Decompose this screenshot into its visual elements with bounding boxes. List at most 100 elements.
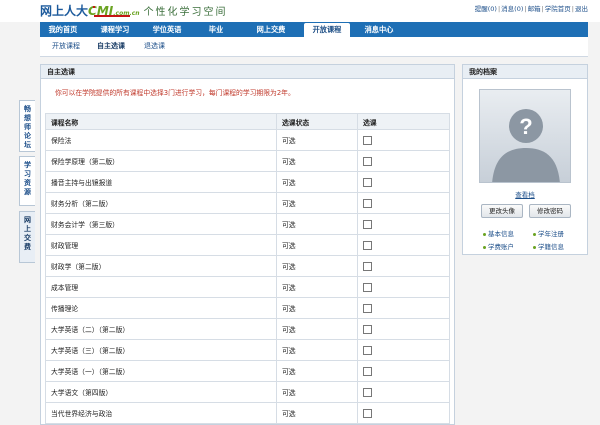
- course-name: 大学英语（一）（第二版）: [45, 360, 277, 382]
- course-status: 可选: [276, 171, 358, 193]
- profile-panel: 我的档案 ? 查看档 更改头像 修改密码 基本信息 学年注册 学费账户 学籍信息: [462, 64, 588, 255]
- active-tab-underline: [94, 15, 130, 17]
- table-row: 财务会计学（第三版） 可选: [45, 213, 450, 235]
- table-row: 大学语文（第四版） 可选: [45, 381, 450, 403]
- student-status-label: 学籍信息: [538, 243, 564, 251]
- table-row: 保险学原理（第二版） 可选: [45, 150, 450, 172]
- side-tab-forum-label: 畅 想 师 论 坛: [24, 105, 31, 149]
- view-profile-link[interactable]: 查看档: [463, 189, 587, 199]
- top-links: 提醒(0)|消息(0)|邮箱|学院首页|退出: [474, 5, 588, 13]
- course-status: 可选: [276, 192, 358, 214]
- table-row: 大学英语（三）（第二版） 可选: [45, 339, 450, 361]
- course-status: 可选: [276, 234, 358, 256]
- course-status: 可选: [276, 339, 358, 361]
- selection-notice: 你可以在学院提供的所有课程中选择3门进行学习，每门课程的学习期限为2年。: [55, 89, 295, 97]
- course-name: 当代世界经济与政治: [45, 402, 277, 424]
- nav-online-payment[interactable]: 网上交费: [248, 22, 294, 37]
- side-tab-resources[interactable]: 学 习 资 源: [19, 156, 35, 206]
- tuition-account-link[interactable]: 学费账户: [483, 241, 514, 251]
- column-header-course-name: 课程名称: [45, 113, 277, 130]
- subnav-self-select[interactable]: 自主选课: [97, 41, 125, 51]
- logout-link[interactable]: 退出: [575, 5, 588, 13]
- course-name: 财政学（第二版）: [45, 255, 277, 277]
- select-checkbox[interactable]: [363, 240, 372, 250]
- select-checkbox[interactable]: [363, 282, 372, 292]
- course-status: 可选: [276, 402, 358, 424]
- basic-info-label: 基本信息: [488, 230, 514, 238]
- course-status: 可选: [276, 150, 358, 172]
- side-tab-resources-label: 学 习 资 源: [24, 161, 31, 196]
- course-name: 传播理论: [45, 297, 277, 319]
- change-avatar-button[interactable]: 更改头像: [481, 204, 523, 218]
- default-avatar-icon: ?: [492, 109, 560, 182]
- course-table: 课程名称 选课状态 选课 保险法 可选 保险学原理（第二版） 可选 播音主持与出镜报…: [45, 113, 450, 424]
- reminders-link[interactable]: 提醒(0): [475, 5, 497, 13]
- side-tab-payment-label: 网 上 交 费: [24, 216, 31, 251]
- course-name: 财政管理: [45, 234, 277, 256]
- profile-title: 我的档案: [463, 65, 587, 79]
- nav-my-home[interactable]: 我的首页: [40, 22, 86, 37]
- course-status: 可选: [276, 297, 358, 319]
- course-status: 可选: [276, 276, 358, 298]
- course-status: 可选: [276, 213, 358, 235]
- select-checkbox[interactable]: [363, 366, 372, 376]
- table-row: 当代世界经济与政治 可选: [45, 402, 450, 424]
- sub-nav: 开放课程 自主选课 退选课: [40, 37, 588, 57]
- mailbox-link[interactable]: 邮箱: [528, 5, 541, 13]
- annual-registration-label: 学年注册: [538, 230, 564, 238]
- bullet-icon: [533, 245, 536, 249]
- column-header-status: 选课状态: [276, 113, 358, 130]
- table-header-row: 课程名称 选课状态 选课: [45, 113, 450, 130]
- table-row: 财政学（第二版） 可选: [45, 255, 450, 277]
- messages-link[interactable]: 消息(0): [501, 5, 523, 13]
- tuition-account-label: 学费账户: [488, 243, 514, 251]
- select-checkbox[interactable]: [363, 135, 372, 145]
- select-checkbox[interactable]: [363, 156, 372, 166]
- bullet-icon: [533, 232, 536, 236]
- nav-open-courses[interactable]: 开放课程: [304, 23, 350, 37]
- active-marker-dot: [93, 6, 95, 8]
- select-checkbox[interactable]: [363, 177, 372, 187]
- nav-message-center[interactable]: 消息中心: [356, 22, 402, 37]
- select-checkbox[interactable]: [363, 303, 372, 313]
- logo-slogan: 个性化学习空间: [143, 7, 228, 18]
- select-checkbox[interactable]: [363, 198, 372, 208]
- logo-text: 网上人大: [40, 4, 89, 18]
- select-checkbox[interactable]: [363, 387, 372, 397]
- course-name: 财务分析（第二版）: [45, 192, 277, 214]
- course-status: 可选: [276, 255, 358, 277]
- course-table-wrapper: 课程名称 选课状态 选课 保险法 可选 保险学原理（第二版） 可选 播音主持与出镜报…: [45, 113, 450, 424]
- avatar: ?: [479, 89, 571, 183]
- bullet-icon: [483, 245, 486, 249]
- student-status-link[interactable]: 学籍信息: [533, 241, 564, 251]
- select-checkbox[interactable]: [363, 324, 372, 334]
- select-checkbox[interactable]: [363, 219, 372, 229]
- select-checkbox[interactable]: [363, 261, 372, 271]
- course-name: 大学英语（三）（第二版）: [45, 339, 277, 361]
- course-name: 大学语文（第四版）: [45, 381, 277, 403]
- college-home-link[interactable]: 学院首页: [545, 5, 571, 13]
- table-row: 财政管理 可选: [45, 234, 450, 256]
- course-status: 可选: [276, 318, 358, 340]
- main-nav: 我的首页 课程学习 学位英语 毕业 网上交费 开放课程 消息中心: [40, 22, 588, 37]
- select-checkbox[interactable]: [363, 408, 372, 418]
- annual-registration-link[interactable]: 学年注册: [533, 228, 564, 238]
- change-password-button[interactable]: 修改密码: [529, 204, 571, 218]
- subnav-drop-course[interactable]: 退选课: [144, 41, 165, 51]
- basic-info-link[interactable]: 基本信息: [483, 228, 514, 238]
- site-logo[interactable]: 网上人大CMI.com.cn 个性化学习空间: [40, 2, 228, 19]
- side-tab-payment[interactable]: 网 上 交 费: [19, 211, 35, 263]
- table-row: 传播理论 可选: [45, 297, 450, 319]
- course-name: 保险学原理（第二版）: [45, 150, 277, 172]
- select-checkbox[interactable]: [363, 345, 372, 355]
- course-selection-panel: 自主选课 你可以在学院提供的所有课程中选择3门进行学习，每门课程的学习期限为2年…: [40, 64, 455, 425]
- side-tab-forum[interactable]: 畅 想 师 论 坛: [19, 100, 35, 152]
- nav-graduation[interactable]: 毕业: [198, 22, 234, 37]
- panel-title: 自主选课: [41, 65, 454, 79]
- site-header: 网上人大CMI.com.cn 个性化学习空间 提醒(0)|消息(0)|邮箱|学院首…: [0, 0, 600, 22]
- table-row: 成本管理 可选: [45, 276, 450, 298]
- nav-degree-english[interactable]: 学位英语: [144, 22, 190, 37]
- subnav-open-courses[interactable]: 开放课程: [52, 41, 80, 51]
- course-status: 可选: [276, 360, 358, 382]
- nav-course-study[interactable]: 课程学习: [92, 22, 138, 37]
